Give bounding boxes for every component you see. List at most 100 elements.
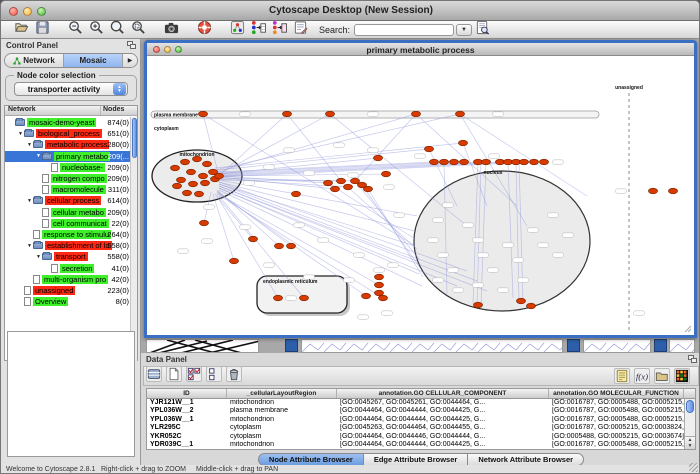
graph-node[interactable] [292,191,301,197]
attribute-table-icon[interactable] [146,366,162,382]
zoom-selected-icon[interactable] [110,20,125,35]
tree-row[interactable]: macromolecule311(0) [5,184,131,195]
graph-node[interactable] [189,181,198,187]
graph-node[interactable] [364,186,373,192]
graph-node[interactable] [199,173,208,179]
graph-node[interactable] [669,188,678,194]
graph-node[interactable] [230,258,239,264]
graph-node[interactable] [187,169,196,175]
graph-node[interactable] [287,243,296,249]
table-row[interactable]: YPL036W__2plasma membrane[GO:0044464, GO… [147,407,684,415]
graph-node[interactable] [344,184,353,190]
annotation-icon[interactable] [293,20,308,35]
graph-node[interactable] [379,295,388,301]
tree-row[interactable]: nucleobase-209(0) [5,162,131,173]
table-column-header[interactable]: annotation.GO MOLECULAR_FUNCTION [549,389,684,398]
expand-arrow-icon[interactable]: ▼ [26,198,33,204]
tree-row[interactable]: ▼transport558(0) [5,251,131,262]
graph-node[interactable] [520,159,529,165]
unselect-attributes-icon[interactable] [206,366,222,382]
table-row[interactable]: YPL036W__1mitochondrion[GO:0044464, GO:0… [147,416,684,424]
graph-node[interactable] [362,293,371,299]
graph-node[interactable] [375,282,384,288]
table-row[interactable]: YLR295Ccytoplasm[GO:0045263, GO:0044464,… [147,424,684,432]
vizmapper-edit-icon[interactable] [272,20,287,35]
expand-arrow-icon[interactable]: ▼ [26,142,33,148]
resize-grip-icon[interactable] [689,463,698,472]
graph-node[interactable] [456,111,465,117]
graph-node[interactable] [274,295,283,301]
search-dropdown-button[interactable]: ▼ [456,24,472,36]
new-attribute-icon[interactable] [166,366,182,382]
float-panel-icon[interactable] [688,355,697,363]
table-column-header[interactable]: _cellularLayoutRegion [227,389,337,398]
graph-node[interactable] [203,161,212,167]
function-builder-icon[interactable]: f(x) [634,368,650,384]
open-icon[interactable] [14,20,29,35]
graph-node[interactable] [460,159,469,165]
zoom-in-icon[interactable] [89,20,104,35]
tab-scroll-right-button[interactable]: ▶ [123,54,137,67]
graph-node[interactable] [177,177,186,183]
graph-node[interactable] [195,191,204,197]
tree-row[interactable]: nitrogen compo209(0) [5,173,131,184]
graph-node[interactable] [183,190,192,196]
tree-row[interactable]: mosaic-demo-yeast874(0) [5,117,131,128]
annotation-panel-icon[interactable] [614,368,630,384]
graph-node[interactable] [425,146,434,152]
matrix-icon[interactable] [674,368,690,384]
save-icon[interactable] [35,20,50,35]
expand-arrow-icon[interactable]: ▼ [26,243,33,249]
expand-arrow-icon[interactable]: ▼ [17,131,24,137]
graph-node[interactable] [337,178,346,184]
tree-row[interactable]: multi-organism pro42(0) [5,274,131,285]
graph-node[interactable] [430,159,439,165]
graph-node[interactable] [326,111,335,117]
network-canvas[interactable]: plasma membranecytoplasmmitochondrionnuc… [147,56,694,335]
select-attributes-icon[interactable] [186,366,202,382]
float-panel-icon[interactable] [127,41,136,49]
graph-node[interactable] [530,159,539,165]
graph-node[interactable] [375,274,384,280]
graph-node[interactable] [412,111,421,117]
advanced-search-icon[interactable] [475,20,490,35]
zoom-fit-icon[interactable] [131,20,146,35]
tree-row[interactable]: response to stimulu264(0) [5,229,131,240]
graph-node[interactable] [171,165,180,171]
graph-node[interactable] [324,180,333,186]
graph-node[interactable] [283,111,292,117]
tree-row[interactable]: ▼metabolic process280(0) [5,139,131,150]
graph-node[interactable] [450,159,459,165]
table-row[interactable]: YJR121W__1mitochondrion[GO:0045267, GO:0… [147,399,684,407]
table-column-header[interactable]: annotation.GO CELLULAR_COMPONENT [337,389,549,398]
tab-network[interactable]: Network [5,54,64,67]
graph-node[interactable] [300,295,309,301]
graph-node[interactable] [527,303,536,309]
tree-row[interactable]: ▼biological_process651(0) [5,128,131,139]
network-window-titlebar[interactable]: primary metabolic process [147,43,694,56]
zoom-out-icon[interactable] [68,20,83,35]
tree-row[interactable]: ▼establishment of lo558(0) [5,240,131,251]
tab-mosaic[interactable]: Mosaic [64,54,123,67]
expand-arrow-icon[interactable]: ▼ [35,153,42,159]
graph-node[interactable] [474,302,483,308]
node-color-dropdown[interactable]: transporter activity ▲▼ [14,82,128,96]
graph-node[interactable] [173,183,182,189]
import-attributes-icon[interactable] [654,368,670,384]
table-row[interactable]: YDR039C__1mitochondrion[GO:0044464, GO:0… [147,441,684,449]
graph-node[interactable] [200,220,209,226]
tree-row[interactable]: Overview8(0) [5,296,131,307]
expand-arrow-icon[interactable]: ▼ [35,254,42,260]
tree-scrollbar[interactable] [130,117,137,361]
graph-node[interactable] [215,173,224,179]
tree-row[interactable]: cellular metabo209(0) [5,207,131,218]
graph-node[interactable] [459,140,468,146]
tree-row[interactable]: ▼primary metabo209(... [5,151,131,162]
graph-node[interactable] [374,155,383,161]
tree-row[interactable]: cell communicat22(0) [5,218,131,229]
graph-node[interactable] [201,180,210,186]
graph-node[interactable] [181,159,190,165]
graph-node[interactable] [199,111,208,117]
graph-node[interactable] [382,171,391,177]
tree-row[interactable]: unassigned223(0) [5,285,131,296]
